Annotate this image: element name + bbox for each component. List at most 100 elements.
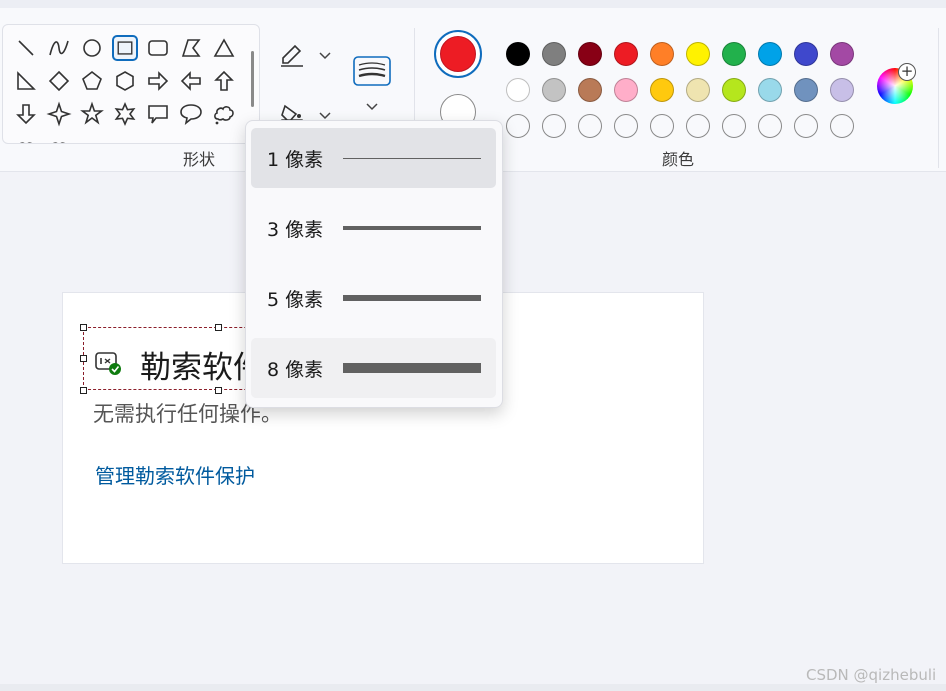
manage-ransomware-link[interactable]: 管理勒索软件保护 bbox=[95, 460, 255, 489]
color-palette bbox=[500, 36, 860, 144]
color-swatch-dot bbox=[686, 114, 710, 138]
color-swatch-r2-9[interactable] bbox=[788, 72, 824, 108]
color-swatch-dot bbox=[506, 114, 530, 138]
shapes-group-label: 形状 bbox=[183, 150, 216, 169]
shape-curve[interactable] bbox=[42, 31, 75, 64]
custom-color-slot-10[interactable] bbox=[824, 108, 860, 144]
right-arrow-icon bbox=[147, 70, 168, 91]
shape-five-point-star[interactable] bbox=[75, 97, 108, 130]
shape-rectangle-callout[interactable] bbox=[141, 97, 174, 130]
custom-color-slot-4[interactable] bbox=[608, 108, 644, 144]
shape-left-arrow[interactable] bbox=[174, 64, 207, 97]
color-swatch-r1-2[interactable] bbox=[536, 36, 572, 72]
shape-right-arrow[interactable] bbox=[141, 64, 174, 97]
color-swatch-r1-7[interactable] bbox=[716, 36, 752, 72]
line-size-option-5px[interactable]: 5 像素 bbox=[251, 268, 496, 328]
color-swatch-r2-8[interactable] bbox=[752, 72, 788, 108]
color-swatch-dot bbox=[830, 78, 854, 102]
hexagon-icon bbox=[115, 70, 134, 91]
line-size-option-3px[interactable]: 3 像素 bbox=[251, 198, 496, 258]
color-swatch-r2-1[interactable] bbox=[500, 72, 536, 108]
curve-icon bbox=[48, 40, 69, 55]
color-swatch-dot bbox=[686, 42, 710, 66]
resize-handle-bottom-left[interactable] bbox=[80, 387, 87, 394]
color-swatch-r1-4[interactable] bbox=[608, 36, 644, 72]
ribbon-divider bbox=[938, 28, 939, 168]
outline-button[interactable] bbox=[279, 42, 333, 68]
shape-down-arrow[interactable] bbox=[9, 97, 42, 130]
color-swatch-dot bbox=[578, 42, 602, 66]
chevron-down-icon bbox=[319, 52, 331, 60]
custom-color-slot-8[interactable] bbox=[752, 108, 788, 144]
up-arrow-icon bbox=[213, 70, 234, 91]
line-thickness-preview bbox=[343, 157, 481, 159]
shape-lightning[interactable] bbox=[42, 130, 75, 143]
custom-color-slot-6[interactable] bbox=[680, 108, 716, 144]
color-swatch-dot bbox=[722, 78, 746, 102]
color-swatch-r2-2[interactable] bbox=[536, 72, 572, 108]
shape-pentagon[interactable] bbox=[75, 64, 108, 97]
size-button[interactable] bbox=[353, 56, 391, 86]
color-swatch-dot bbox=[578, 78, 602, 102]
color-swatch-r2-4[interactable] bbox=[608, 72, 644, 108]
shapes-grid bbox=[9, 31, 240, 143]
custom-color-slot-3[interactable] bbox=[572, 108, 608, 144]
color-swatch-dot bbox=[614, 42, 638, 66]
resize-handle-bottom[interactable] bbox=[215, 387, 222, 394]
shape-polygon[interactable] bbox=[174, 31, 207, 64]
size-dropdown-toggle[interactable] bbox=[364, 98, 380, 114]
shape-oval-callout[interactable] bbox=[174, 97, 207, 130]
color-swatch-dot bbox=[542, 78, 566, 102]
color-swatch-dot bbox=[794, 78, 818, 102]
shape-rounded-rectangle[interactable] bbox=[141, 31, 174, 64]
color-swatch-r1-8[interactable] bbox=[752, 36, 788, 72]
resize-handle-left[interactable] bbox=[80, 355, 87, 362]
shape-oval[interactable] bbox=[75, 31, 108, 64]
color-swatch-r1-10[interactable] bbox=[824, 36, 860, 72]
down-arrow-icon bbox=[15, 103, 36, 124]
line-size-option-8px[interactable]: 8 像素 bbox=[251, 338, 496, 398]
custom-color-slot-5[interactable] bbox=[644, 108, 680, 144]
color-swatch-r1-6[interactable] bbox=[680, 36, 716, 72]
resize-handle-top-left[interactable] bbox=[80, 324, 87, 331]
shape-right-triangle[interactable] bbox=[9, 64, 42, 97]
lightning-icon bbox=[51, 141, 66, 143]
color-swatch-r2-7[interactable] bbox=[716, 72, 752, 108]
triangle-icon bbox=[213, 37, 234, 57]
custom-color-slot-2[interactable] bbox=[536, 108, 572, 144]
color-swatch-r2-10[interactable] bbox=[824, 72, 860, 108]
shape-diamond[interactable] bbox=[42, 64, 75, 97]
shape-four-point-star[interactable] bbox=[42, 97, 75, 130]
color-swatch-dot bbox=[506, 78, 530, 102]
line-thickness-preview bbox=[343, 226, 481, 230]
line-thickness-preview bbox=[343, 295, 481, 301]
shape-line[interactable] bbox=[9, 31, 42, 64]
color-swatch-dot bbox=[650, 78, 674, 102]
shape-up-arrow[interactable] bbox=[207, 64, 240, 97]
shape-cloud-callout[interactable] bbox=[207, 97, 240, 130]
custom-color-slot-7[interactable] bbox=[716, 108, 752, 144]
color-swatch-dot bbox=[758, 42, 782, 66]
color-swatch-dot bbox=[542, 114, 566, 138]
rounded-rectangle-icon bbox=[147, 39, 168, 56]
color-swatch-r2-6[interactable] bbox=[680, 72, 716, 108]
color-swatch-r1-9[interactable] bbox=[788, 36, 824, 72]
shape-triangle[interactable] bbox=[207, 31, 240, 64]
line-size-option-1px[interactable]: 1 像素 bbox=[251, 128, 496, 188]
shape-hexagon[interactable] bbox=[108, 64, 141, 97]
shapes-scrollbar[interactable] bbox=[251, 51, 254, 107]
color-swatch-r2-5[interactable] bbox=[644, 72, 680, 108]
color-swatch-r1-3[interactable] bbox=[572, 36, 608, 72]
diamond-icon bbox=[48, 70, 69, 91]
shape-heart[interactable] bbox=[9, 130, 42, 143]
color-swatch-r1-1[interactable] bbox=[500, 36, 536, 72]
color-swatch-r1-5[interactable] bbox=[644, 36, 680, 72]
colors-group-label: 颜色 bbox=[662, 150, 695, 169]
custom-color-slot-1[interactable] bbox=[500, 108, 536, 144]
resize-handle-top[interactable] bbox=[215, 324, 222, 331]
color-swatch-r2-3[interactable] bbox=[572, 72, 608, 108]
shape-six-point-star[interactable] bbox=[108, 97, 141, 130]
shape-rectangle[interactable] bbox=[108, 31, 141, 64]
primary-color-button[interactable] bbox=[434, 30, 482, 78]
custom-color-slot-9[interactable] bbox=[788, 108, 824, 144]
